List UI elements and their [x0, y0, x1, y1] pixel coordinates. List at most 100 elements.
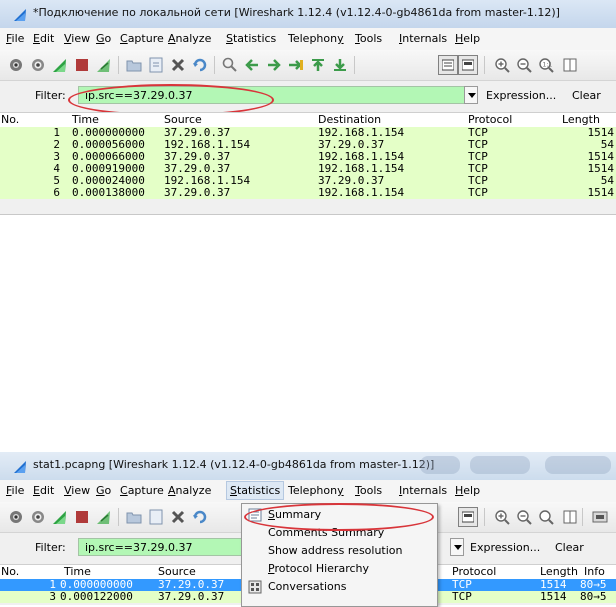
column-header-time[interactable]: Time: [64, 565, 91, 578]
menu-bar: File Edit View Go Capture Analyze Statistics Te…: [0, 28, 616, 51]
normal-size-icon[interactable]: [536, 507, 556, 527]
column-header-protocol[interactable]: Protocol: [452, 565, 496, 578]
go-to-last-icon[interactable]: [330, 55, 350, 75]
go-to-packet-icon[interactable]: [286, 55, 306, 75]
menu-edit[interactable]: Edit: [33, 32, 54, 45]
column-header-length[interactable]: Length: [540, 565, 578, 578]
column-header-no[interactable]: No.: [1, 565, 19, 578]
cell-destination: 192.168.1.154: [318, 186, 405, 199]
menu-view[interactable]: View: [64, 484, 90, 497]
menu-tools[interactable]: Tools: [355, 32, 382, 45]
menu-analyze[interactable]: Analyze: [168, 32, 211, 45]
resize-columns-icon[interactable]: [560, 55, 580, 75]
cell-source: 37.29.0.37: [158, 590, 225, 603]
column-header-protocol[interactable]: Protocol: [468, 113, 512, 126]
auto-scroll-icon[interactable]: [458, 507, 478, 527]
menu-tools[interactable]: Tools: [355, 484, 382, 497]
column-header-destination[interactable]: Destination: [318, 113, 381, 126]
restart-capture-icon[interactable]: [94, 55, 114, 75]
menu-statistics[interactable]: Statistics: [226, 32, 276, 45]
menu-edit[interactable]: Edit: [33, 484, 54, 497]
column-header-source[interactable]: Source: [164, 113, 202, 126]
background-blur: [470, 456, 530, 474]
wireshark-fin-icon: [14, 461, 26, 473]
display-filter-input[interactable]: ip.src==37.29.0.37: [78, 86, 466, 104]
menu-go[interactable]: Go: [96, 484, 111, 497]
svg-text:1:1: 1:1: [543, 62, 553, 69]
open-file-icon[interactable]: [124, 507, 144, 527]
zoom-in-icon[interactable]: [492, 55, 512, 75]
menu-item-protocol-hierarchy[interactable]: Protocol Hierarchy: [242, 560, 437, 578]
reload-icon[interactable]: [190, 507, 210, 527]
go-forward-icon[interactable]: [264, 55, 284, 75]
clear-filter-button[interactable]: Clear: [572, 89, 601, 102]
open-file-icon[interactable]: [124, 55, 144, 75]
menu-item-show-address-resolution[interactable]: Show address resolution: [242, 542, 437, 560]
toolbar-separator: [484, 508, 485, 526]
menu-help[interactable]: Help: [455, 32, 480, 45]
clear-filter-button[interactable]: Clear: [555, 541, 584, 554]
find-packet-icon[interactable]: [220, 55, 240, 75]
menu-item-summary[interactable]: Summary: [242, 506, 437, 524]
normal-size-icon[interactable]: 1:1: [536, 55, 556, 75]
packet-row[interactable]: 6 0.000138000 37.29.0.37 192.168.1.154 TCP 15…: [0, 187, 616, 199]
options-icon[interactable]: [28, 55, 48, 75]
reload-icon[interactable]: [190, 55, 210, 75]
filter-history-dropdown[interactable]: [464, 86, 478, 104]
zoom-out-icon[interactable]: [514, 55, 534, 75]
column-header-source[interactable]: Source: [158, 565, 196, 578]
menu-view[interactable]: View: [64, 32, 90, 45]
cell-time: 0.000122000: [60, 590, 133, 603]
menu-file[interactable]: File: [6, 484, 24, 497]
menu-analyze[interactable]: Analyze: [168, 484, 211, 497]
wireshark-window-1: *Подключение по локальной сети [Wireshar…: [0, 0, 616, 215]
interfaces-icon[interactable]: [6, 55, 26, 75]
menu-item-comments-summary[interactable]: Comments Summary: [242, 524, 437, 542]
menu-go[interactable]: Go: [96, 32, 111, 45]
capture-filters-icon[interactable]: [590, 507, 610, 527]
column-header-length[interactable]: Length: [562, 113, 600, 126]
start-capture-icon[interactable]: [50, 507, 70, 527]
menu-internals[interactable]: Internals: [399, 484, 447, 497]
interfaces-icon[interactable]: [6, 507, 26, 527]
stop-capture-icon[interactable]: [72, 507, 92, 527]
toolbar-separator: [484, 56, 485, 74]
go-back-icon[interactable]: [242, 55, 262, 75]
save-file-icon[interactable]: [146, 507, 166, 527]
menu-capture[interactable]: Capture: [120, 484, 164, 497]
column-header-no[interactable]: No.: [1, 113, 19, 126]
column-header-time[interactable]: Time: [72, 113, 99, 126]
close-file-icon[interactable]: [168, 507, 188, 527]
title-bar: stat1.pcapng [Wireshark 1.12.4 (v1.12.4-…: [0, 452, 616, 480]
zoom-in-icon[interactable]: [492, 507, 512, 527]
colorize-icon[interactable]: [438, 55, 458, 75]
stop-capture-icon[interactable]: [72, 55, 92, 75]
go-to-first-icon[interactable]: [308, 55, 328, 75]
zoom-out-icon[interactable]: [514, 507, 534, 527]
filter-label: Filter:: [35, 541, 66, 554]
summary-icon: [248, 508, 262, 522]
menu-telephony[interactable]: Telephony: [288, 32, 344, 45]
save-file-icon[interactable]: [146, 55, 166, 75]
menu-internals[interactable]: Internals: [399, 32, 447, 45]
resize-columns-icon[interactable]: [560, 507, 580, 527]
display-filter-input[interactable]: ip.src==37.29.0.37: [78, 538, 242, 556]
options-icon[interactable]: [28, 507, 48, 527]
cell-no: 3: [49, 590, 56, 603]
menu-capture[interactable]: Capture: [120, 32, 164, 45]
expression-button[interactable]: Expression...: [486, 89, 556, 102]
menu-statistics[interactable]: Statistics: [226, 481, 285, 500]
auto-scroll-icon[interactable]: [458, 55, 478, 75]
filter-history-dropdown[interactable]: [450, 538, 464, 556]
menu-file[interactable]: File: [6, 32, 24, 45]
column-header-info[interactable]: Info: [584, 565, 605, 578]
close-file-icon[interactable]: [168, 55, 188, 75]
expression-button[interactable]: Expression...: [470, 541, 540, 554]
menu-item-conversations[interactable]: Conversations: [242, 578, 437, 596]
wireshark-fin-icon: [14, 9, 26, 21]
toolbar-separator: [118, 508, 119, 526]
restart-capture-icon[interactable]: [94, 507, 114, 527]
start-capture-icon[interactable]: [50, 55, 70, 75]
menu-help[interactable]: Help: [455, 484, 480, 497]
menu-telephony[interactable]: Telephony: [288, 484, 344, 497]
